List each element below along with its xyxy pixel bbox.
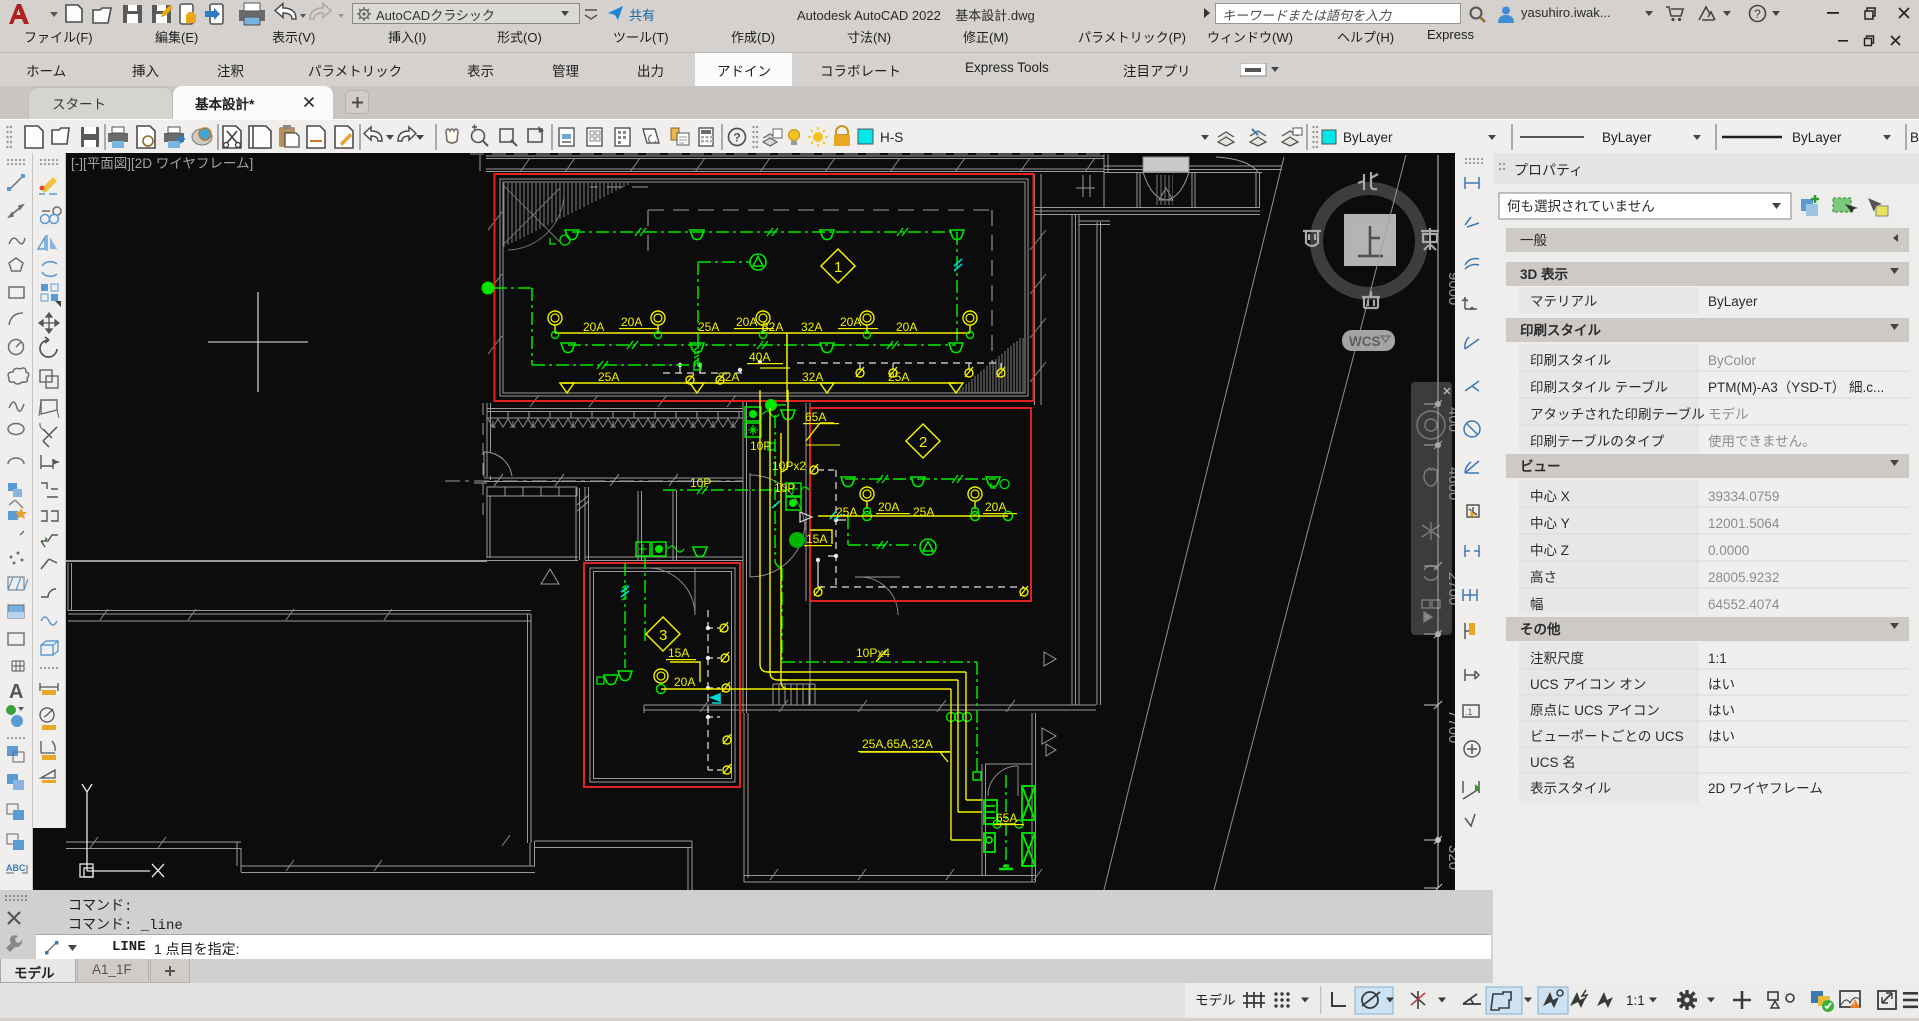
svg-text:25A: 25A	[888, 370, 909, 384]
svg-text:12001.5064: 12001.5064	[1708, 516, 1780, 531]
svg-text:H-S: H-S	[880, 130, 903, 145]
svg-text:3: 3	[659, 627, 667, 644]
svg-text:0.0000: 0.0000	[1708, 543, 1749, 558]
svg-text:20A: 20A	[896, 320, 917, 334]
svg-text:20A: 20A	[985, 500, 1006, 514]
svg-text:注釈尺度: 注釈尺度	[1530, 651, 1584, 666]
svg-text:2D ワイヤフレーム: 2D ワイヤフレーム	[1708, 781, 1823, 796]
svg-text:32A: 32A	[718, 370, 739, 384]
svg-text:20A: 20A	[621, 315, 642, 329]
svg-text:アタッチされた印刷テーブル: アタッチされた印刷テーブル	[1530, 406, 1705, 422]
svg-text:印刷スタイル: 印刷スタイル	[1530, 353, 1611, 368]
svg-text:32A: 32A	[801, 320, 822, 334]
svg-text:印刷スタイル テーブル: 印刷スタイル テーブル	[1530, 379, 1668, 395]
svg-text:1:1: 1:1	[1708, 651, 1727, 666]
svg-text:15A: 15A	[806, 532, 827, 546]
svg-text:印刷テーブルのタイプ: 印刷テーブルのタイプ	[1530, 433, 1665, 449]
svg-text:中心 Z: 中心 Z	[1530, 543, 1569, 558]
svg-text:25A: 25A	[913, 505, 934, 519]
svg-text:25A: 25A	[836, 505, 857, 519]
svg-text:A: A	[9, 681, 23, 703]
svg-text:3D 表示: 3D 表示	[1520, 266, 1568, 282]
svg-text:.1: .1	[1465, 707, 1473, 717]
svg-text:ビューポートごとの UCS: ビューポートごとの UCS	[1530, 729, 1684, 744]
svg-text:WCS: WCS	[1349, 334, 1381, 349]
svg-text:320: 320	[1445, 845, 1455, 870]
svg-text:10P: 10P	[690, 476, 711, 490]
svg-text:?: ?	[733, 131, 740, 145]
svg-text:ByLayer: ByLayer	[1602, 130, 1652, 145]
svg-text:25A: 25A	[698, 320, 719, 334]
svg-text:UCS アイコン オン: UCS アイコン オン	[1530, 677, 1646, 692]
svg-text:10Px4: 10Px4	[856, 646, 890, 660]
svg-text:!: !	[1853, 1000, 1855, 1009]
svg-text:ビュー: ビュー	[1520, 459, 1561, 474]
svg-text:20A: 20A	[840, 315, 861, 329]
svg-text:ByLayer: ByLayer	[1708, 294, 1758, 309]
svg-text:原点に UCS アイコン: 原点に UCS アイコン	[1530, 703, 1660, 718]
svg-text:28005.9232: 28005.9232	[1708, 570, 1779, 585]
svg-text:一般: 一般	[1520, 233, 1548, 248]
svg-text:何も選択されていません: 何も選択されていません	[1507, 199, 1655, 214]
svg-text:UCS 名: UCS 名	[1530, 755, 1576, 770]
svg-text:40A: 40A	[749, 350, 770, 364]
svg-text:25A,65A,32A: 25A,65A,32A	[862, 737, 933, 751]
svg-text:はい: はい	[1708, 677, 1735, 692]
svg-text:9000: 9000	[1445, 272, 1455, 305]
svg-text:65A: 65A	[996, 811, 1017, 825]
svg-text:はい: はい	[1708, 703, 1735, 718]
svg-text:モデル: モデル	[1195, 992, 1236, 1008]
svg-text:?: ?	[1754, 7, 1761, 21]
svg-text:15A: 15A	[668, 646, 689, 660]
svg-text:印刷スタイル: 印刷スタイル	[1520, 322, 1601, 338]
svg-text:高さ: 高さ	[1530, 569, 1557, 585]
svg-text:1:1: 1:1	[1626, 993, 1645, 1008]
svg-text:10P: 10P	[750, 439, 771, 453]
svg-text:32A: 32A	[762, 320, 783, 334]
svg-text:10P: 10P	[774, 481, 795, 495]
svg-text:39334.0759: 39334.0759	[1708, 489, 1779, 504]
svg-text:ByLayer: ByLayer	[1792, 130, 1842, 145]
svg-text:65A: 65A	[805, 410, 826, 424]
svg-text:ByLayer: ByLayer	[1343, 130, 1393, 145]
svg-text:ABC: ABC	[6, 863, 26, 873]
svg-text:その他: その他	[1520, 621, 1561, 637]
svg-text:64552.4074: 64552.4074	[1708, 597, 1780, 612]
svg-text:マテリアル: マテリアル	[1530, 294, 1597, 309]
svg-text:中心 X: 中心 X	[1530, 489, 1570, 504]
svg-text:1: 1	[834, 259, 842, 276]
svg-text:20A: 20A	[736, 315, 757, 329]
svg-text:幅: 幅	[1530, 597, 1544, 612]
svg-text:PTM(M)-A3（YSD-T） 細.c...: PTM(M)-A3（YSD-T） 細.c...	[1708, 380, 1884, 395]
svg-text:7700: 7700	[1445, 710, 1455, 743]
svg-text:20A: 20A	[674, 675, 695, 689]
svg-text:表示スタイル: 表示スタイル	[1530, 781, 1611, 796]
svg-text:2: 2	[919, 434, 927, 451]
svg-text:中心 Y: 中心 Y	[1530, 516, 1570, 531]
svg-text:[-][平面図][2D ワイヤフレーム]: [-][平面図][2D ワイヤフレーム]	[71, 156, 253, 171]
svg-text:25A: 25A	[598, 370, 619, 384]
svg-text:はい: はい	[1708, 729, 1735, 744]
svg-text:ByC: ByC	[1910, 130, 1919, 145]
svg-text:32A: 32A	[802, 370, 823, 384]
svg-text:20A: 20A	[878, 500, 899, 514]
svg-text:モデル: モデル	[1708, 406, 1749, 422]
svg-text:プロパティ: プロパティ	[1514, 162, 1583, 178]
svg-text:20A: 20A	[583, 320, 604, 334]
svg-text:ByColor: ByColor	[1708, 353, 1757, 368]
svg-text:使用できません。: 使用できません。	[1708, 433, 1816, 449]
svg-text:10Px2: 10Px2	[772, 459, 806, 473]
